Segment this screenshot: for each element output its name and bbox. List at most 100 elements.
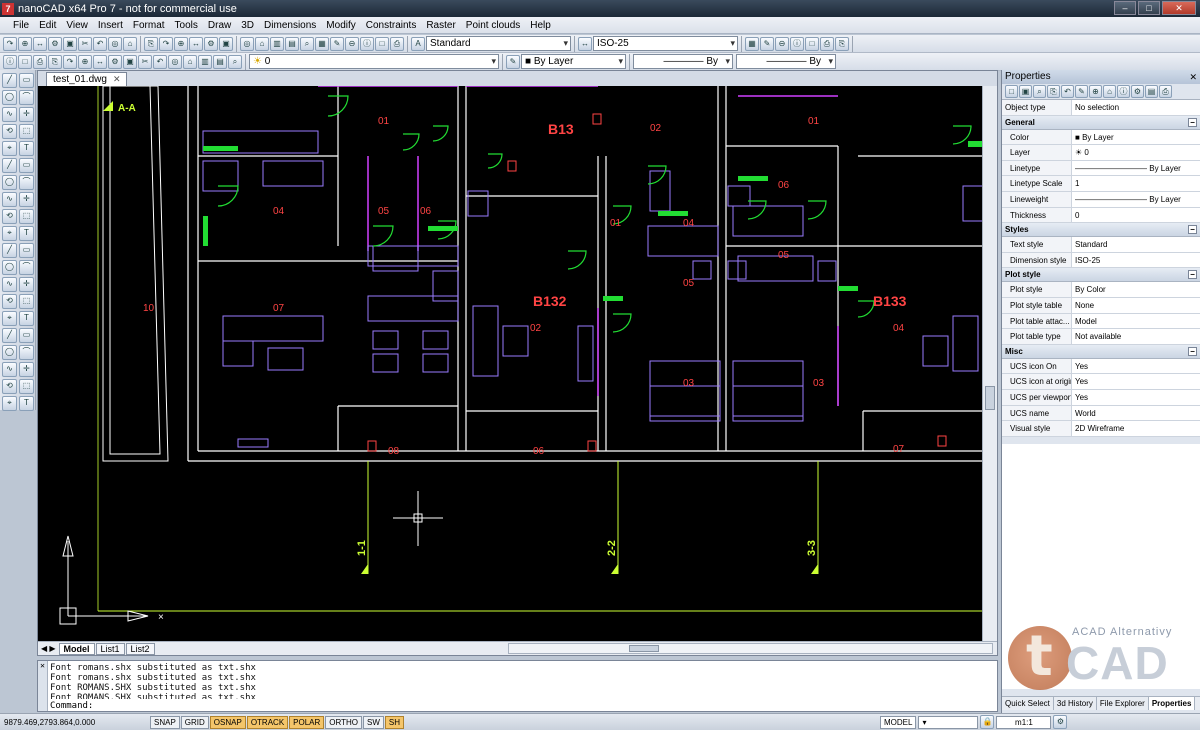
annotation-combo[interactable]: ▾: [918, 715, 979, 729]
draw-tool-icon[interactable]: ✛: [19, 192, 34, 207]
draw-tool-icon[interactable]: ⌖: [2, 141, 17, 156]
draw-tool-icon[interactable]: ⬚: [19, 209, 34, 224]
properties-tool-icon[interactable]: ⊕: [1089, 85, 1102, 98]
draw-tool-icon[interactable]: ▭: [19, 158, 34, 173]
menu-item-draw[interactable]: Draw: [203, 17, 236, 34]
prop-row[interactable]: Plot style table None: [1002, 297, 1200, 314]
object-tool-icon[interactable]: ▤: [213, 54, 227, 69]
prop-value[interactable]: ☀ 0: [1072, 145, 1200, 160]
prop-row[interactable]: Lineweight ————————— By Layer: [1002, 191, 1200, 208]
status-toggle-grid[interactable]: GRID: [180, 715, 209, 729]
collapse-icon[interactable]: −: [1188, 270, 1197, 280]
prop-value[interactable]: ■ By Layer: [1072, 130, 1200, 145]
view-tool-icon[interactable]: ⌕: [300, 36, 314, 51]
properties-tool-icon[interactable]: ⌕: [1033, 85, 1046, 98]
lineweight-combo[interactable]: ———— By Layer: [736, 54, 836, 80]
view-tool-icon[interactable]: ▦: [315, 36, 329, 51]
edit-tool-icon[interactable]: ⚙: [204, 36, 218, 51]
object-tool-icon[interactable]: ⓘ: [3, 54, 17, 69]
draw-tool-icon[interactable]: ✛: [19, 107, 34, 122]
object-tool-icon[interactable]: ⚙: [108, 54, 122, 69]
prop-row[interactable]: Layer ☀ 0: [1002, 145, 1200, 161]
draw-tool-icon[interactable]: ◯: [2, 175, 17, 190]
status-toggle-otrack[interactable]: OTRACK: [246, 715, 289, 729]
file-tool-icon[interactable]: ⊕: [18, 36, 32, 51]
prop-row[interactable]: Plot table type Not available: [1002, 329, 1200, 345]
space-toggle[interactable]: MODEL: [880, 715, 917, 729]
prop-value[interactable]: ISO-25: [1072, 253, 1200, 268]
view-tool-icon[interactable]: ⓘ: [360, 36, 374, 51]
minimize-icon[interactable]: –: [1114, 1, 1136, 15]
status-toggle-sh[interactable]: SH: [384, 715, 405, 729]
prop-row[interactable]: Visual style 2D Wireframe: [1002, 421, 1200, 437]
draw-tool-icon[interactable]: ⌒: [19, 90, 34, 105]
linetype-combo[interactable]: ———— By Layer: [633, 54, 733, 80]
draw-tool-icon[interactable]: ⬚: [19, 294, 34, 309]
settings-icon[interactable]: ⚙: [1053, 715, 1068, 729]
edit-tool-icon[interactable]: ▣: [219, 36, 233, 51]
prop-value[interactable]: ————————— By Layer: [1072, 161, 1200, 176]
object-tool-icon[interactable]: ▥: [198, 54, 212, 69]
properties-tool-icon[interactable]: ⎘: [1047, 85, 1060, 98]
draw-tool-icon[interactable]: ⬚: [19, 124, 34, 139]
layer-combo[interactable]: ☀ 0: [249, 54, 499, 69]
panel-close-icon[interactable]: ✕: [1189, 70, 1197, 84]
collapse-icon[interactable]: −: [1188, 225, 1197, 235]
draw-tool-icon[interactable]: ⟲: [2, 294, 17, 309]
scale-combo[interactable]: m1:1: [996, 715, 1052, 729]
draw-tool-icon[interactable]: ∿: [2, 277, 17, 292]
edit-tool-icon[interactable]: ↷: [159, 36, 173, 51]
draw-tool-icon[interactable]: ⌒: [19, 175, 34, 190]
file-tool-icon[interactable]: ◎: [108, 36, 122, 51]
prop-value[interactable]: ————————— By Layer: [1072, 192, 1200, 207]
draw-tool-icon[interactable]: ▭: [19, 243, 34, 258]
draw-tool-icon[interactable]: ⟲: [2, 209, 17, 224]
draw-tool-icon[interactable]: ╱: [2, 158, 17, 173]
object-tool-icon[interactable]: ⌂: [183, 54, 197, 69]
extra-tool-icon[interactable]: ▦: [745, 36, 759, 51]
draw-tool-icon[interactable]: ∿: [2, 107, 17, 122]
prop-value[interactable]: Yes: [1072, 359, 1200, 374]
prop-row[interactable]: UCS name World: [1002, 405, 1200, 422]
status-toggle-snap[interactable]: SNAP: [150, 715, 180, 729]
menu-item-modify[interactable]: Modify: [321, 17, 360, 34]
extra-tool-icon[interactable]: ✎: [760, 36, 774, 51]
color-combo[interactable]: ■ By Layer: [521, 54, 626, 69]
edit-tool-icon[interactable]: ↔: [189, 36, 203, 51]
prop-value[interactable]: 0: [1072, 208, 1200, 223]
draw-tool-icon[interactable]: ⟲: [2, 379, 17, 394]
prop-value[interactable]: By Color: [1072, 282, 1200, 297]
prop-value[interactable]: No selection: [1072, 100, 1200, 115]
text-style-combo[interactable]: Standard: [426, 36, 571, 51]
properties-tool-icon[interactable]: ⎙: [1159, 85, 1172, 98]
object-tool-icon[interactable]: ⎙: [33, 54, 47, 69]
file-tool-icon[interactable]: ↔: [33, 36, 47, 51]
draw-tool-icon[interactable]: ⌖: [2, 226, 17, 241]
status-toggle-osnap[interactable]: OSNAP: [209, 715, 246, 729]
object-type-row[interactable]: Object type No selection: [1002, 100, 1200, 116]
close-icon[interactable]: ✕: [1162, 1, 1196, 15]
layout-tab-list2[interactable]: List2: [125, 642, 155, 655]
view-tool-icon[interactable]: ▥: [270, 36, 284, 51]
command-prompt[interactable]: Command:: [50, 701, 93, 711]
properties-tool-icon[interactable]: ▤: [1145, 85, 1158, 98]
prop-category-general[interactable]: General −: [1002, 115, 1200, 130]
menu-item-format[interactable]: Format: [128, 17, 170, 34]
menu-item-dimensions[interactable]: Dimensions: [259, 17, 321, 34]
object-tool-icon[interactable]: ↔: [93, 54, 107, 69]
draw-tool-icon[interactable]: ▭: [19, 328, 34, 343]
vscroll-thumb[interactable]: [985, 386, 995, 410]
menu-item-help[interactable]: Help: [525, 17, 556, 34]
prop-value[interactable]: Yes: [1072, 390, 1200, 405]
prop-row[interactable]: UCS icon On Yes: [1002, 358, 1200, 375]
prop-value[interactable]: None: [1072, 298, 1200, 313]
prop-category-plot-style[interactable]: Plot style −: [1002, 268, 1200, 283]
status-toggle-sw[interactable]: SW: [363, 715, 384, 729]
draw-tool-icon[interactable]: ⟲: [2, 124, 17, 139]
prop-category-styles[interactable]: Styles −: [1002, 223, 1200, 238]
edit-tool-icon[interactable]: ⊕: [174, 36, 188, 51]
prop-row[interactable]: UCS icon at origin Yes: [1002, 374, 1200, 390]
prop-row[interactable]: Thickness 0: [1002, 207, 1200, 224]
prop-value[interactable]: Yes: [1072, 374, 1200, 389]
draw-tool-icon[interactable]: ◯: [2, 345, 17, 360]
